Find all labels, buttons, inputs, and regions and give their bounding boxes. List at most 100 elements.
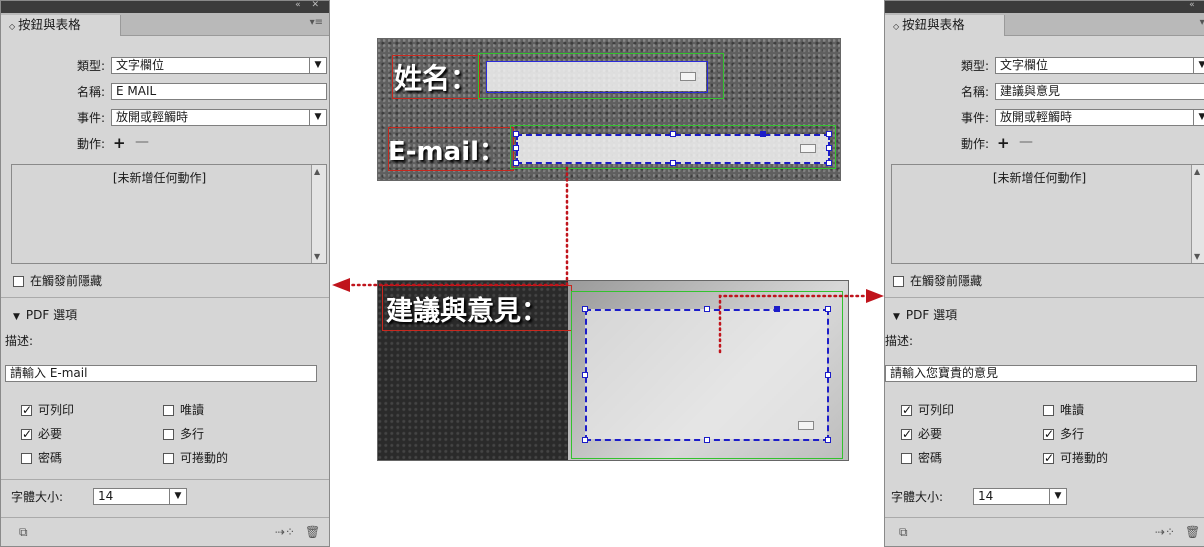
resize-handle[interactable] — [582, 372, 588, 378]
checkbox-option[interactable]: 必要 — [21, 426, 62, 442]
resize-handle[interactable] — [513, 131, 519, 137]
checkbox-option[interactable]: 多行 — [1043, 426, 1084, 442]
name-input[interactable]: 建議與意見 — [995, 83, 1204, 100]
tab-buttons-forms[interactable]: ◇ 按鈕與表格 — [885, 15, 1005, 36]
type-row: 類型: 文字欄位 ▼ — [1, 57, 329, 76]
scroll-up-icon[interactable]: ▲ — [1194, 167, 1200, 176]
type-value: 文字欄位 — [116, 58, 165, 72]
form-canvas-top: 姓名： E-mail： — [377, 38, 841, 181]
chevron-down-icon: ▼ — [1193, 110, 1204, 125]
panel-footer: ⧉ ⇢⁘ 🗑 — [885, 517, 1204, 546]
type-label: 類型: — [76, 59, 105, 73]
pdf-options-toggle[interactable]: ▼ PDF 選項 — [893, 307, 957, 325]
name-text-field[interactable] — [486, 61, 708, 93]
resize-handle[interactable] — [825, 437, 831, 443]
resize-handle[interactable] — [670, 160, 676, 166]
panel-menu-icon[interactable]: ▾≡ — [310, 17, 323, 28]
resize-handle[interactable] — [825, 306, 831, 312]
tab-buttons-forms[interactable]: ◇ 按鈕與表格 — [1, 15, 121, 36]
scroll-up-icon[interactable]: ▲ — [314, 167, 320, 176]
type-select[interactable]: 文字欄位 ▼ — [111, 57, 327, 74]
resize-handle[interactable] — [760, 131, 766, 137]
actions-empty-text: [未新增任何動作] — [112, 171, 207, 185]
hide-until-triggered-checkbox[interactable]: 在觸發前隱藏 — [893, 273, 982, 289]
pdf-options-toggle[interactable]: ▼ PDF 選項 — [13, 307, 77, 325]
checkbox-option[interactable]: 唯讀 — [163, 402, 204, 418]
name-label: 名稱: — [960, 85, 989, 99]
resize-handle[interactable] — [513, 160, 519, 166]
collapse-close-icons[interactable]: « ✕ — [295, 1, 323, 10]
preview-icon[interactable]: ⧉ — [899, 525, 908, 540]
resize-handle[interactable] — [582, 437, 588, 443]
description-input[interactable]: 請輸入 E-mail — [5, 365, 317, 382]
type-select[interactable]: 文字欄位 ▼ — [995, 57, 1204, 74]
checkbox-box — [163, 405, 174, 416]
checkbox-label: 密碼 — [918, 451, 943, 465]
trash-icon[interactable]: 🗑 — [1185, 525, 1200, 539]
trash-icon[interactable]: 🗑 — [305, 525, 320, 539]
buttons-forms-panel-right: « ✕ ◇按鈕與表格 ▾≡ 類型: 文字欄位 ▼ 名稱: 建議與意見 事件: 放開… — [884, 0, 1204, 547]
checkbox-box — [21, 402, 32, 418]
chevron-down-icon: ▼ — [309, 110, 326, 125]
collapse-close-icons[interactable]: « ✕ — [1189, 1, 1204, 10]
resize-handle[interactable] — [774, 306, 780, 312]
event-value: 放開或輕觸時 — [116, 110, 189, 124]
checkbox-box — [893, 276, 904, 287]
name-label: 名稱: — [76, 85, 105, 99]
description-input[interactable]: 請輸入您寶貴的意見 — [885, 365, 1197, 382]
resize-handle[interactable] — [704, 306, 710, 312]
comment-text-field-selected[interactable] — [585, 309, 829, 441]
actions-list[interactable]: [未新增任何動作] ▲ ▼ — [11, 164, 327, 264]
remove-action-icon[interactable]: — — [1019, 134, 1033, 150]
checkbox-option[interactable]: 必要 — [901, 426, 942, 442]
checkbox-option[interactable]: 可捲動的 — [1043, 450, 1108, 466]
checkbox-label: 可列印 — [38, 403, 75, 417]
checkbox-label: 多行 — [1060, 427, 1085, 441]
triangle-down-icon: ▼ — [893, 312, 900, 322]
add-action-icon[interactable]: + — [997, 134, 1010, 152]
font-size-select[interactable]: 14 ▼ — [93, 488, 187, 505]
resize-handle[interactable] — [826, 131, 832, 137]
hide-until-triggered-checkbox[interactable]: 在觸發前隱藏 — [13, 273, 102, 289]
checkbox-box — [1043, 450, 1054, 466]
scroll-down-icon[interactable]: ▼ — [1194, 252, 1200, 261]
name-input[interactable]: E MAIL — [111, 83, 327, 100]
font-size-select[interactable]: 14 ▼ — [973, 488, 1067, 505]
checkbox-option[interactable]: 多行 — [163, 426, 204, 442]
type-value: 文字欄位 — [1000, 58, 1049, 72]
hide-label: 在觸發前隱藏 — [910, 274, 983, 288]
add-action-icon[interactable]: + — [113, 134, 126, 152]
resize-handle[interactable] — [513, 145, 519, 151]
checkbox-option[interactable]: 唯讀 — [1043, 402, 1084, 418]
resize-handle[interactable] — [825, 372, 831, 378]
resize-handle[interactable] — [670, 131, 676, 137]
arrowhead-left-icon — [332, 278, 350, 292]
checkbox-option[interactable]: 可捲動的 — [163, 450, 228, 466]
preview-icon[interactable]: ⧉ — [19, 525, 28, 540]
actions-scrollbar[interactable]: ▲ ▼ — [1191, 165, 1204, 263]
panel-menu-icon[interactable]: ▾≡ — [1200, 17, 1204, 28]
checkbox-option[interactable]: 密碼 — [21, 450, 62, 466]
actions-scrollbar[interactable]: ▲ ▼ — [311, 165, 326, 263]
convert-object-icon[interactable]: ⇢⁘ — [275, 525, 295, 539]
resize-handle[interactable] — [704, 437, 710, 443]
resize-handle[interactable] — [826, 145, 832, 151]
remove-action-icon[interactable]: — — [135, 134, 149, 150]
scroll-down-icon[interactable]: ▼ — [314, 252, 320, 261]
resize-handle[interactable] — [582, 306, 588, 312]
action-label: 動作: — [76, 137, 105, 151]
event-select[interactable]: 放開或輕觸時 ▼ — [111, 109, 327, 126]
checkbox-option[interactable]: 可列印 — [21, 402, 74, 418]
action-label: 動作: — [960, 137, 989, 151]
checkbox-option[interactable]: 密碼 — [901, 450, 942, 466]
checkbox-option[interactable]: 可列印 — [901, 402, 954, 418]
actions-list[interactable]: [未新增任何動作] ▲ ▼ — [891, 164, 1204, 264]
event-value: 放開或輕觸時 — [1000, 110, 1073, 124]
resize-handle[interactable] — [826, 160, 832, 166]
convert-object-icon[interactable]: ⇢⁘ — [1155, 525, 1175, 539]
font-size-value: 14 — [98, 489, 114, 503]
description-label: 描述: — [885, 334, 914, 348]
actions-empty-text: [未新增任何動作] — [992, 171, 1087, 185]
description-label: 描述: — [5, 334, 34, 348]
event-select[interactable]: 放開或輕觸時 ▼ — [995, 109, 1204, 126]
